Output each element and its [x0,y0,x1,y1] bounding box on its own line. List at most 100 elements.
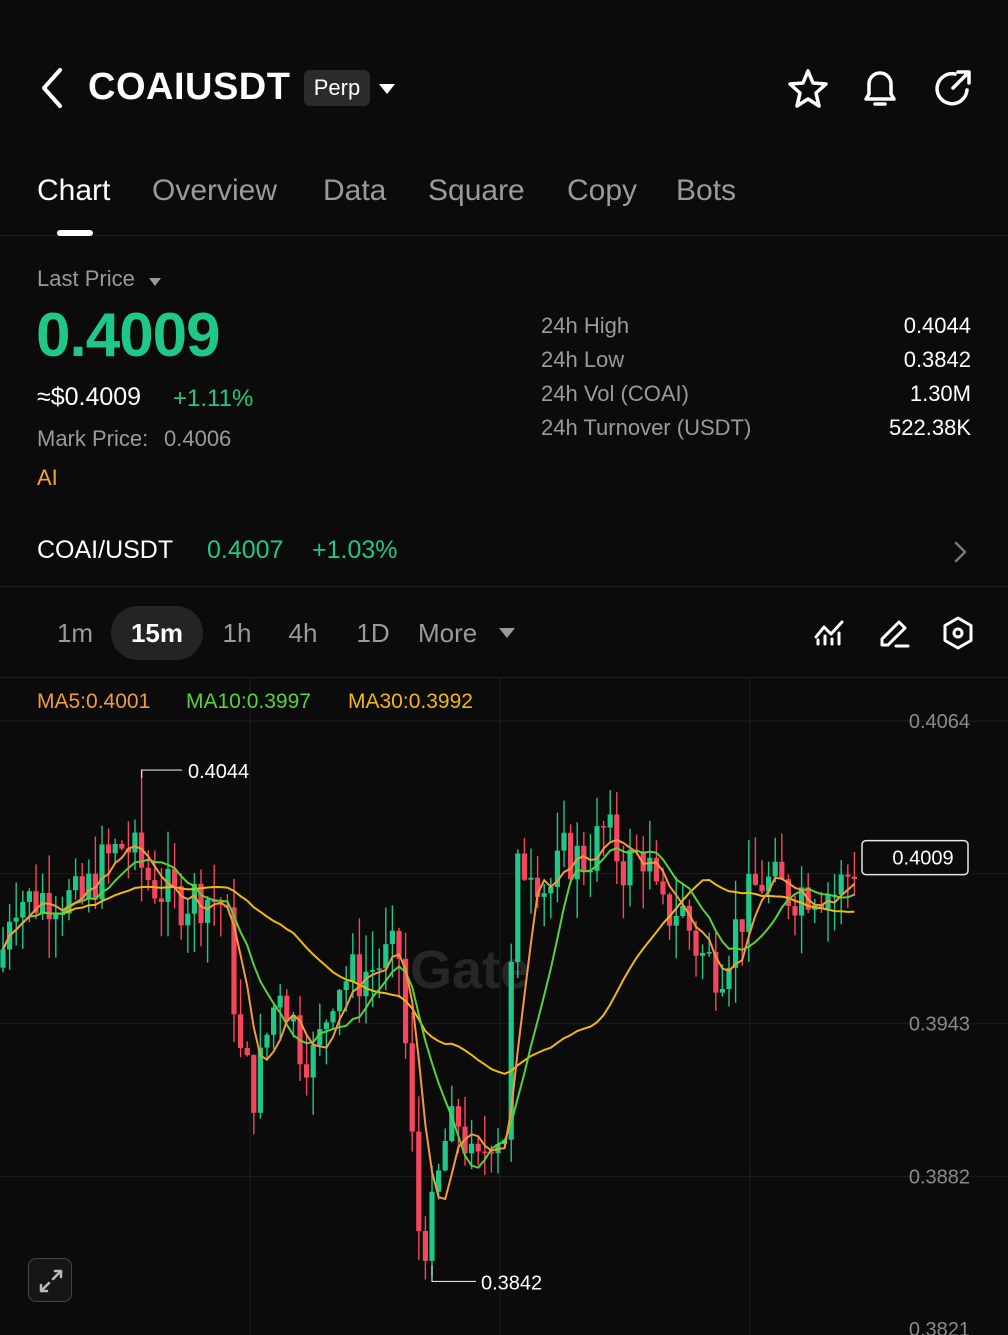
candle-body-down [851,876,857,879]
candle-body-down [416,1131,422,1231]
symbol-dropdown-icon[interactable] [379,84,395,94]
price-change: +1.11% [173,385,254,412]
stat-high-value: 0.4044 [903,313,971,338]
candle-body-down [106,844,112,854]
candle-body-down [244,1047,250,1056]
candle-body-down [409,1043,415,1132]
candle-body-down [614,814,620,862]
price-type-dropdown-icon[interactable] [149,278,161,286]
candle-body-up [205,899,211,923]
candle-body-up [719,989,725,993]
current-price-label: 0.4009 [892,848,953,870]
candle-body-up [733,919,739,968]
tab-data[interactable]: Data [323,174,386,208]
candle-body-up [13,917,19,922]
interval-1m[interactable]: 1m [40,606,110,660]
candle-body-up [429,1191,435,1261]
back-icon[interactable] [34,66,74,110]
fullscreen-button[interactable] [28,1258,72,1302]
candle-body-up [264,1034,270,1048]
star-icon[interactable] [786,66,830,110]
indicators-icon[interactable] [813,617,845,649]
tab-chart[interactable]: Chart [37,174,110,208]
tab-bots[interactable]: Bots [676,174,736,208]
ma30-legend: MA30:0.3992 [348,690,473,713]
stat-turnover-value: 522.38K [889,415,971,440]
candle-body-up [627,849,633,886]
spot-pair-name: COAI/USDT [37,536,174,564]
candle-body-down [251,1055,257,1113]
y-tick-label: 0.3943 [909,1014,970,1036]
candle-body-down [158,898,164,902]
draw-icon[interactable] [877,616,911,650]
mark-price-label: Mark Price: [37,426,149,451]
candle-body-down [475,1143,481,1152]
candle-body-up [185,913,191,926]
candle-body-up [561,832,567,851]
mark-price-value: 0.4006 [164,426,232,451]
symbol-title[interactable]: COAIUSDT [88,66,290,109]
spot-pair-row[interactable]: COAI/USDT 0.4007 +1.03% [0,520,1008,584]
last-price-label[interactable]: Last Price [37,266,135,292]
candle-body-down [653,857,659,882]
category-tag[interactable]: AI [37,465,58,491]
expand-icon [39,1269,63,1293]
candle-body-down [739,919,745,932]
candle-body-up [112,843,118,854]
stat-low-label: 24h Low [541,347,625,372]
candle-body-down [46,893,52,920]
tab-bar: Chart Overview Data Square Copy Bots [0,170,1008,236]
candle-body-up [772,861,778,877]
stat-vol-value: 1.30M [909,381,971,406]
candle-body-down [845,874,851,877]
ma5-legend: MA5:0.4001 [37,690,151,713]
candle-body-up [53,913,59,920]
candle-body-up [700,952,706,956]
y-tick-label: 0.3882 [909,1166,970,1188]
candle-body-up [271,1007,277,1035]
candle-body-up [350,954,356,982]
tab-overview[interactable]: Overview [152,174,277,208]
candle-body-up [389,930,395,945]
low-marker-label: 0.3842 [481,1272,542,1294]
bell-icon[interactable] [858,66,902,110]
share-icon[interactable] [931,66,975,110]
interval-15m[interactable]: 15m [111,606,203,660]
candle-body-up [442,1140,448,1171]
candle-body-down [284,995,290,1022]
ma10-line [2,846,855,1169]
candle-body-down [238,1014,244,1048]
stat-high-label: 24h High [541,313,630,338]
interval-1d[interactable]: 1D [340,606,406,660]
header: COAIUSDT Perp [0,0,1008,150]
candle-body-down [356,954,362,997]
candle-body-up [607,814,613,828]
high-marker-label: 0.4044 [188,761,249,783]
candlestick-chart[interactable]: Gate 0.4044 0.3842 0.4064 0.3943 0.3882 0.3821… [0,678,1008,1335]
stat-low-value: 0.3842 [903,347,971,372]
spot-pair-price: 0.4007 [207,536,284,564]
settings-icon[interactable] [941,615,975,651]
candle-body-down [521,853,527,880]
more-dropdown-icon[interactable] [499,628,515,638]
tab-square[interactable]: Square [428,174,525,208]
candle-body-up [376,968,382,970]
candle-body-down [779,861,785,880]
candle-body-up [838,874,844,895]
interval-1h[interactable]: 1h [205,606,269,660]
interval-more[interactable]: More [418,606,494,660]
low-marker-line [431,1265,476,1283]
tab-active-indicator [57,230,93,236]
candle-body-up [310,1045,316,1078]
spot-pair-change: +1.03% [312,536,398,564]
interval-4h[interactable]: 4h [271,606,335,660]
candle-body-down [581,845,587,873]
candle-body-down [667,894,673,926]
candle-body-up [132,832,138,853]
candle-body-up [706,952,712,954]
candle-body-down [759,884,765,892]
chart-canvas[interactable]: Gate0.40440.38420.40640.39430.38820.3821… [0,678,1008,1335]
tab-copy[interactable]: Copy [567,174,637,208]
candle-body-down [693,930,699,956]
ma5-line [2,838,856,1201]
